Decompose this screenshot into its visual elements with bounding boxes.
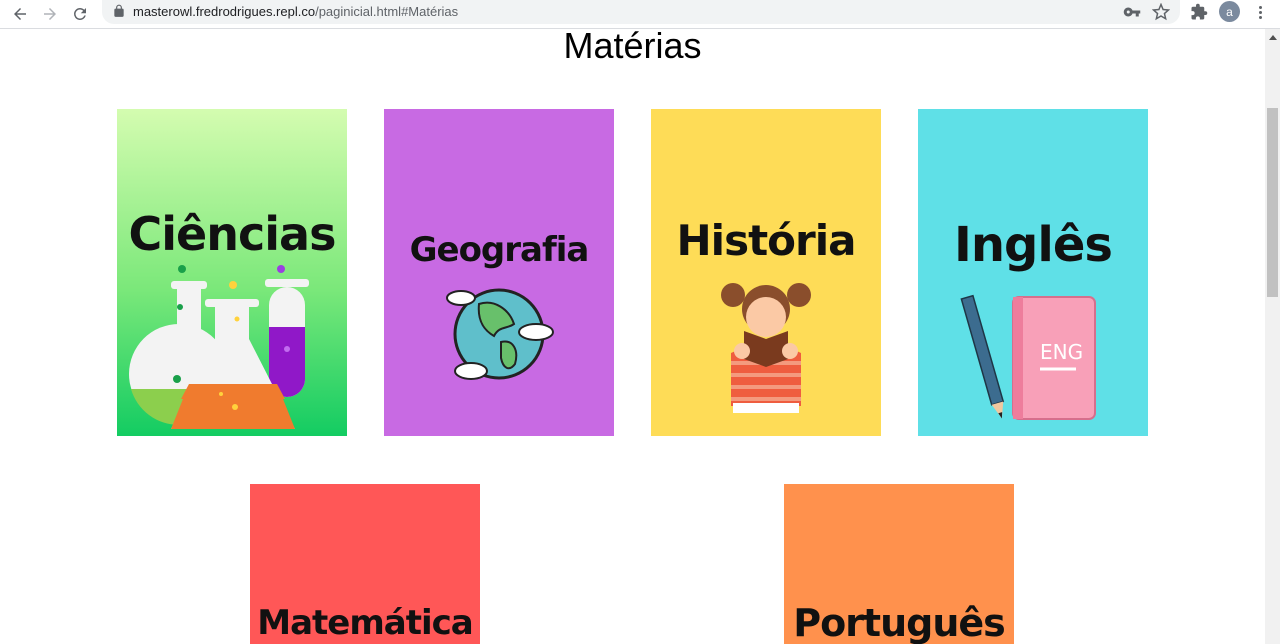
card-portugues[interactable]: Português <box>784 484 1014 644</box>
reload-icon <box>74 7 86 20</box>
kebab-menu-icon[interactable] <box>1253 2 1267 22</box>
card-label-ingles: Inglês <box>954 217 1113 273</box>
url-path: /paginicial.html#Matérias <box>315 4 459 19</box>
card-historia[interactable]: História <box>651 109 881 436</box>
book-text: ENG <box>1040 340 1083 364</box>
forward-button[interactable] <box>38 2 62 26</box>
url-text[interactable]: masterowl.fredrodrigues.repl.co/paginici… <box>133 4 458 19</box>
key-icon[interactable] <box>1123 3 1141 21</box>
card-label-geografia: Geografia <box>409 230 590 270</box>
card-label-portugues: Português <box>793 601 1006 644</box>
card-label-ciencias: Ciências <box>128 207 337 261</box>
scroll-up-arrow-icon[interactable] <box>1269 35 1277 40</box>
girl-reading-icon <box>721 283 811 413</box>
url-host: masterowl.fredrodrigues.repl.co <box>133 4 316 19</box>
lock-icon[interactable] <box>112 4 126 18</box>
scroll-thumb[interactable] <box>1267 108 1278 297</box>
arrow-left-icon <box>14 8 26 20</box>
card-ciencias[interactable]: Ciências <box>117 109 347 436</box>
puzzle-icon[interactable] <box>1190 3 1208 21</box>
card-matematica[interactable]: Matemática <box>250 484 480 644</box>
card-ingles[interactable]: Inglês ENG <box>918 109 1148 436</box>
back-button[interactable] <box>8 2 32 26</box>
page-title: Matérias <box>563 25 702 66</box>
lab-flasks-icon <box>129 265 309 429</box>
card-label-historia: História <box>676 216 857 265</box>
profile-avatar[interactable]: a <box>1219 1 1240 22</box>
card-geografia[interactable]: Geografia <box>384 109 614 436</box>
card-label-matematica: Matemática <box>257 603 473 643</box>
page-scrollbar[interactable] <box>1265 29 1280 644</box>
star-icon[interactable] <box>1152 3 1170 21</box>
reload-button[interactable] <box>68 2 92 26</box>
globe-icon <box>446 288 554 380</box>
book-pencil-icon: ENG <box>960 294 1096 420</box>
address-bar[interactable]: masterowl.fredrodrigues.repl.co/paginici… <box>102 0 1180 24</box>
arrow-right-icon <box>44 8 56 20</box>
